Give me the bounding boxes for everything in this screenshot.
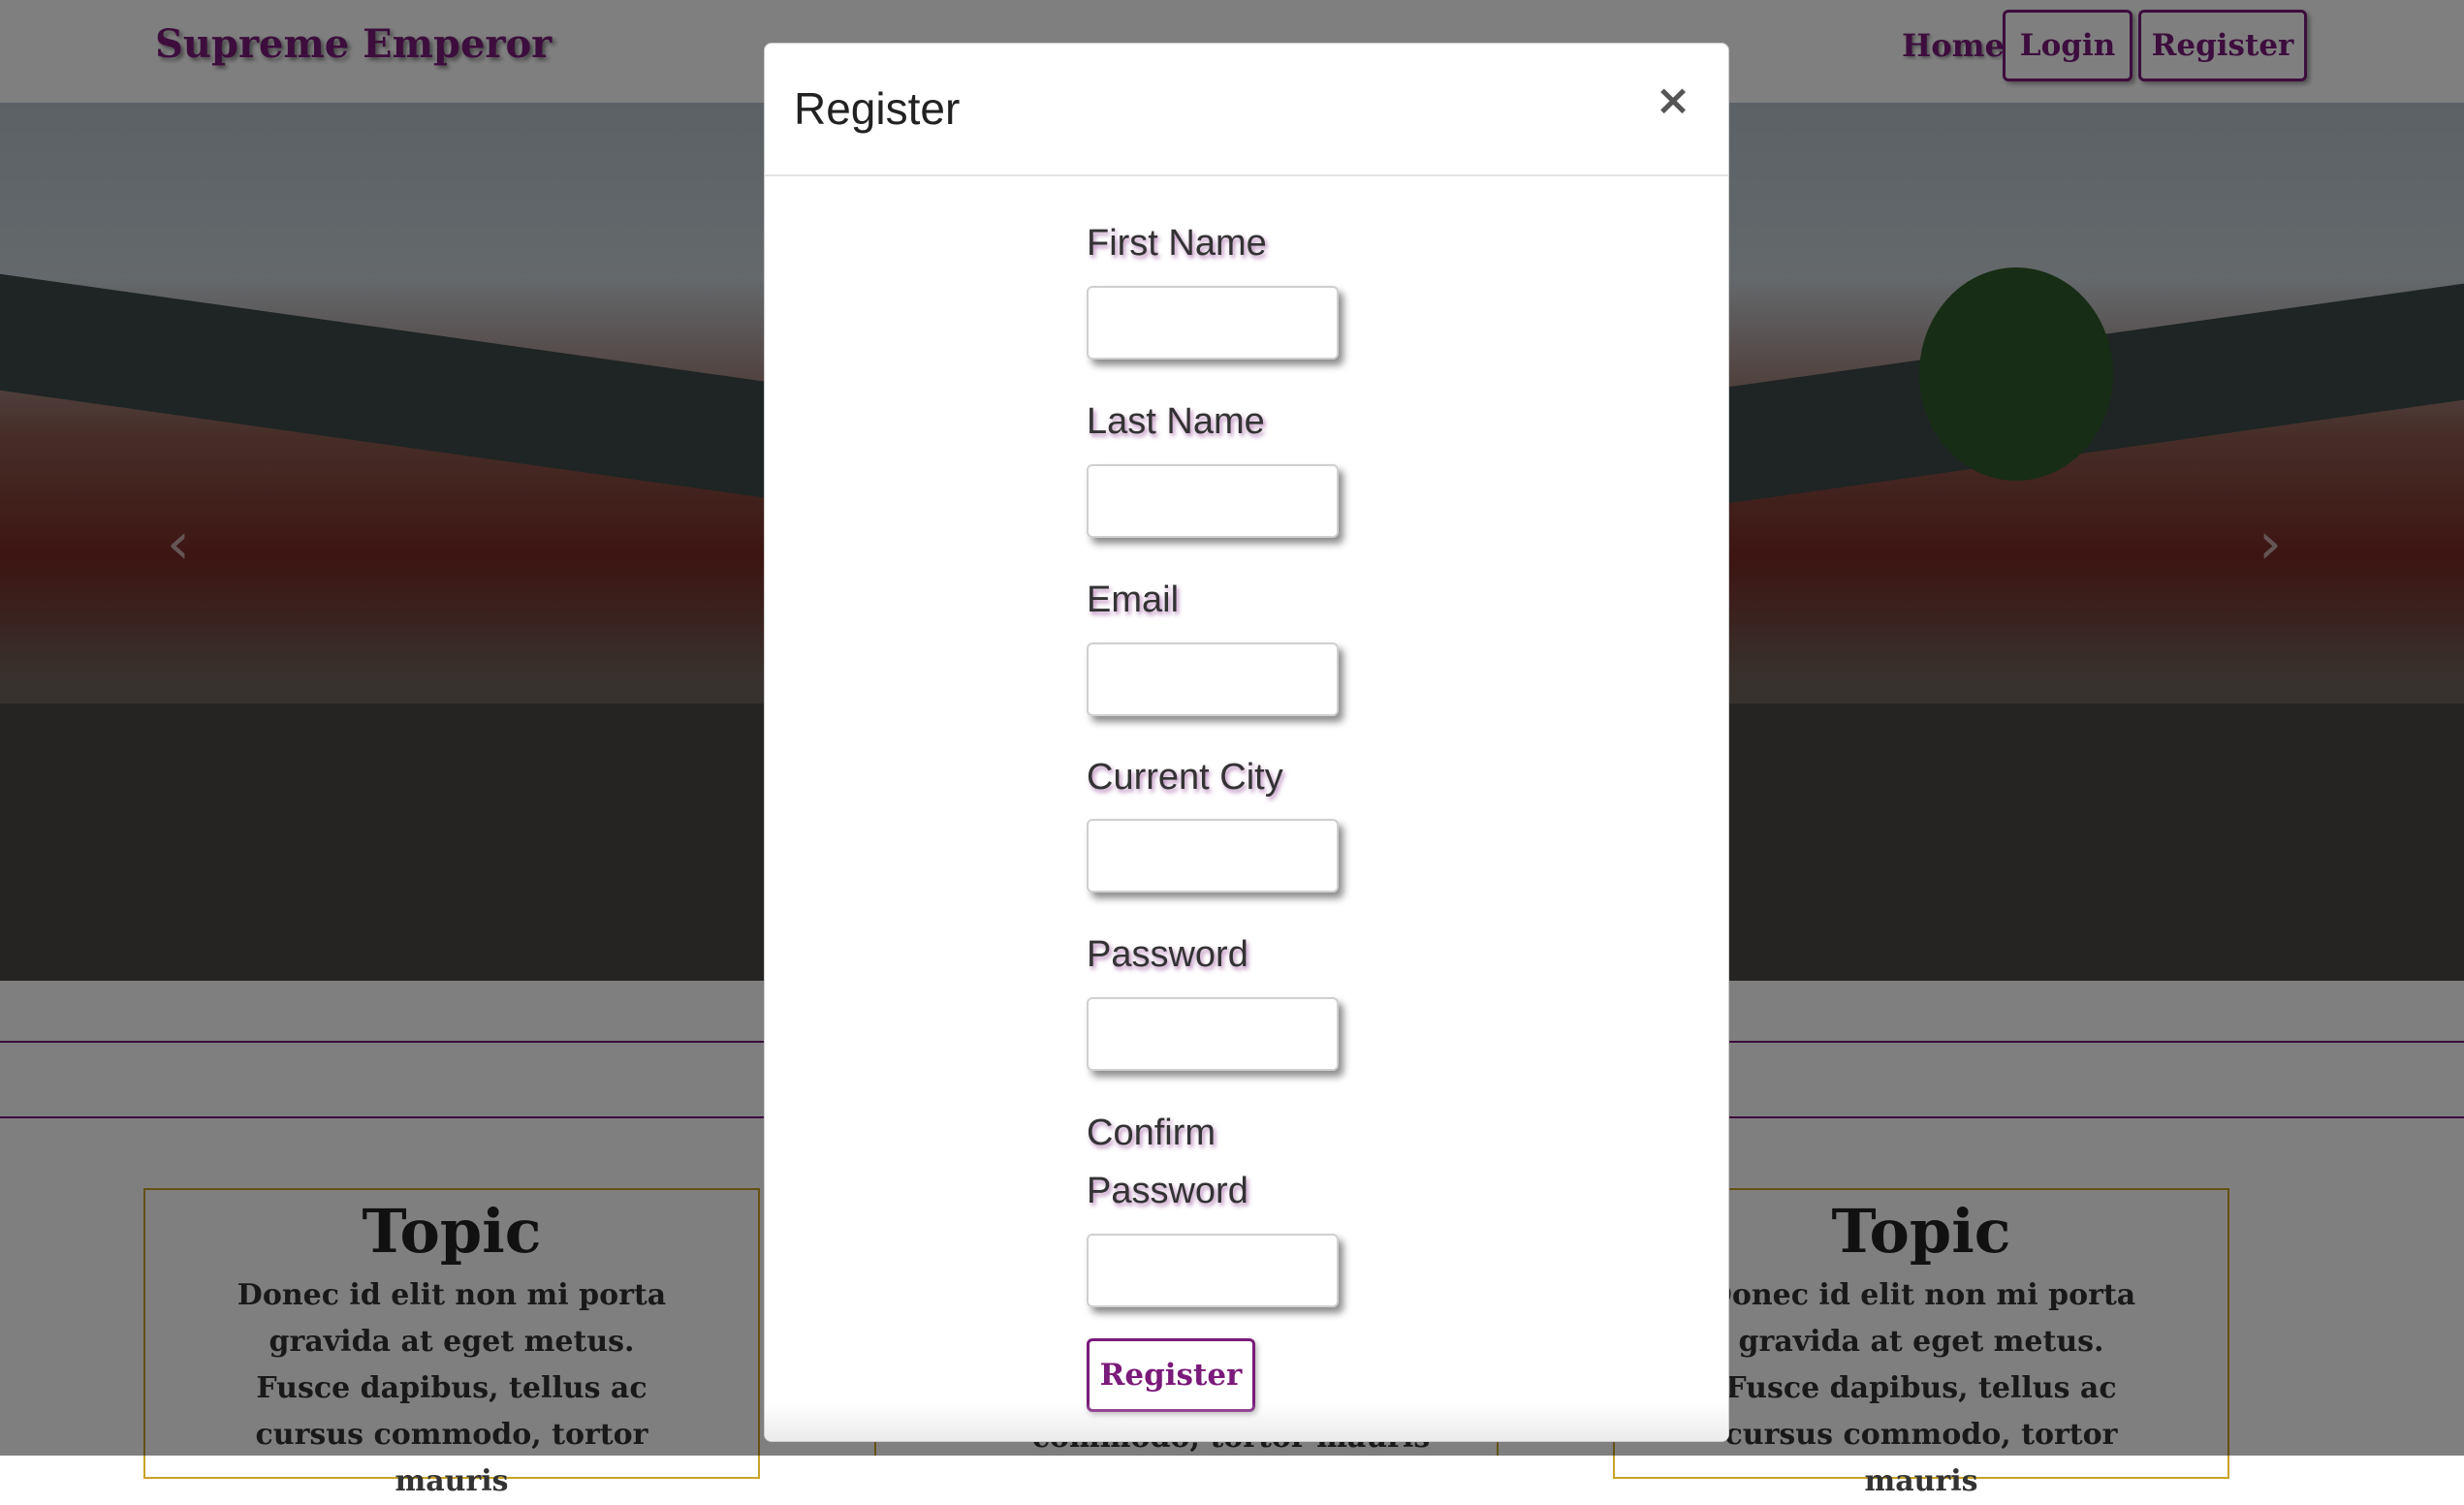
email-label: Email: [1087, 580, 1180, 620]
password-label: Password: [1087, 934, 1248, 975]
email-field[interactable]: [1087, 643, 1339, 716]
last-name-label: Last Name: [1087, 401, 1265, 442]
register-modal: Register × First Name Last Name Email Cu…: [764, 43, 1729, 1442]
first-name-label: First Name: [1087, 223, 1267, 264]
close-icon[interactable]: ×: [1649, 77, 1697, 125]
confirm-password-field[interactable]: [1087, 1234, 1339, 1307]
last-name-field[interactable]: [1087, 464, 1339, 538]
confirm-password-label: Confirm Password: [1087, 1113, 1248, 1211]
first-name-field[interactable]: [1087, 286, 1339, 360]
register-submit-button[interactable]: Register: [1087, 1338, 1255, 1412]
modal-header: Register ×: [765, 44, 1728, 176]
current-city-field[interactable]: [1087, 819, 1339, 893]
current-city-label: Current City: [1087, 757, 1283, 798]
modal-title: Register: [794, 83, 961, 134]
password-field[interactable]: [1087, 997, 1339, 1071]
modal-scroll-fade: [765, 1402, 1728, 1441]
